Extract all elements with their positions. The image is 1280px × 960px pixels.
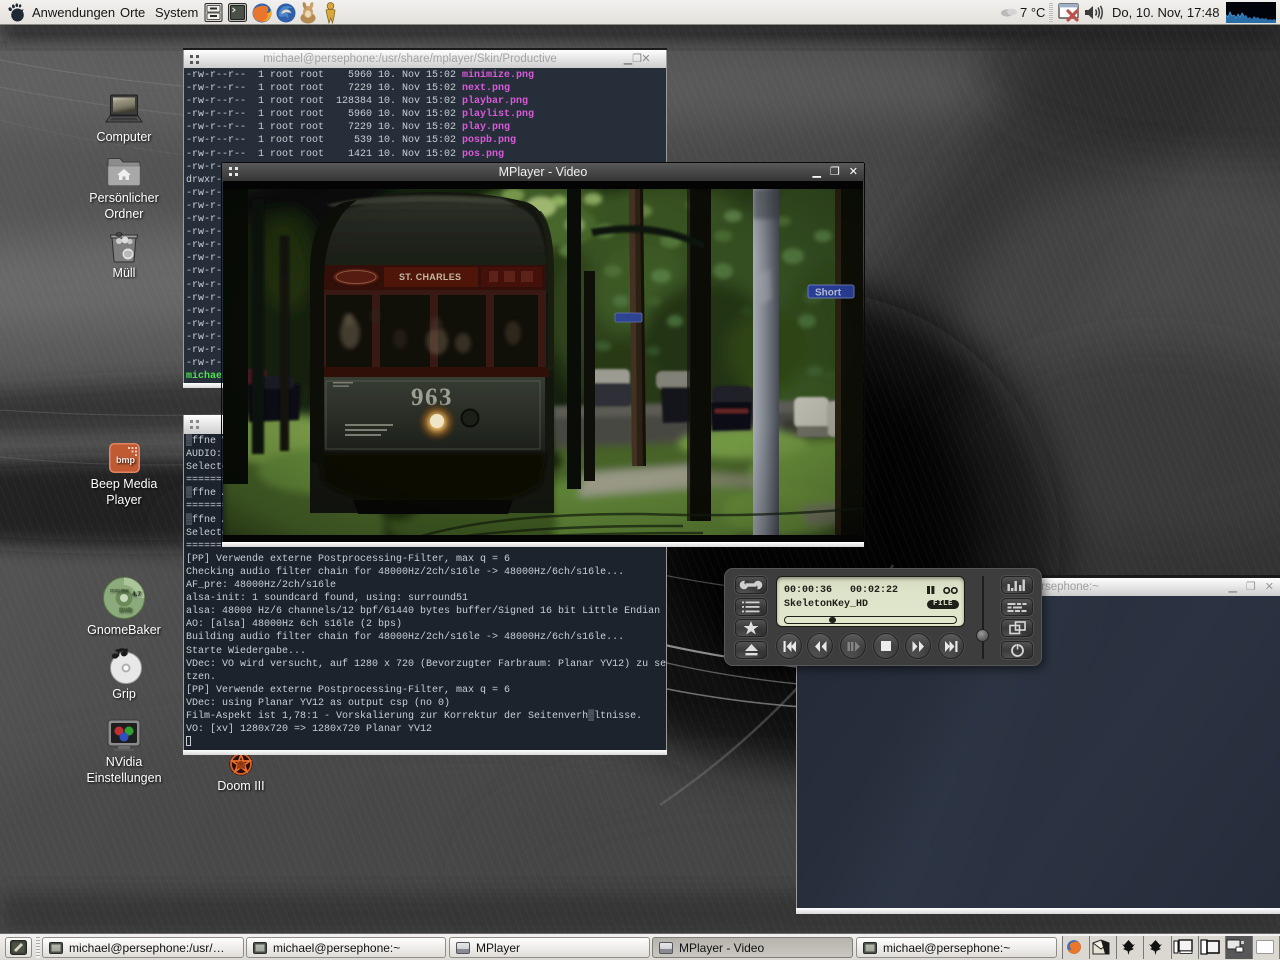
svg-text:4.7: 4.7: [132, 591, 141, 598]
svg-text:DVD: DVD: [119, 608, 132, 614]
svg-text:DVD-RW: DVD-RW: [110, 588, 129, 593]
svg-text:bmp: bmp: [116, 455, 136, 465]
